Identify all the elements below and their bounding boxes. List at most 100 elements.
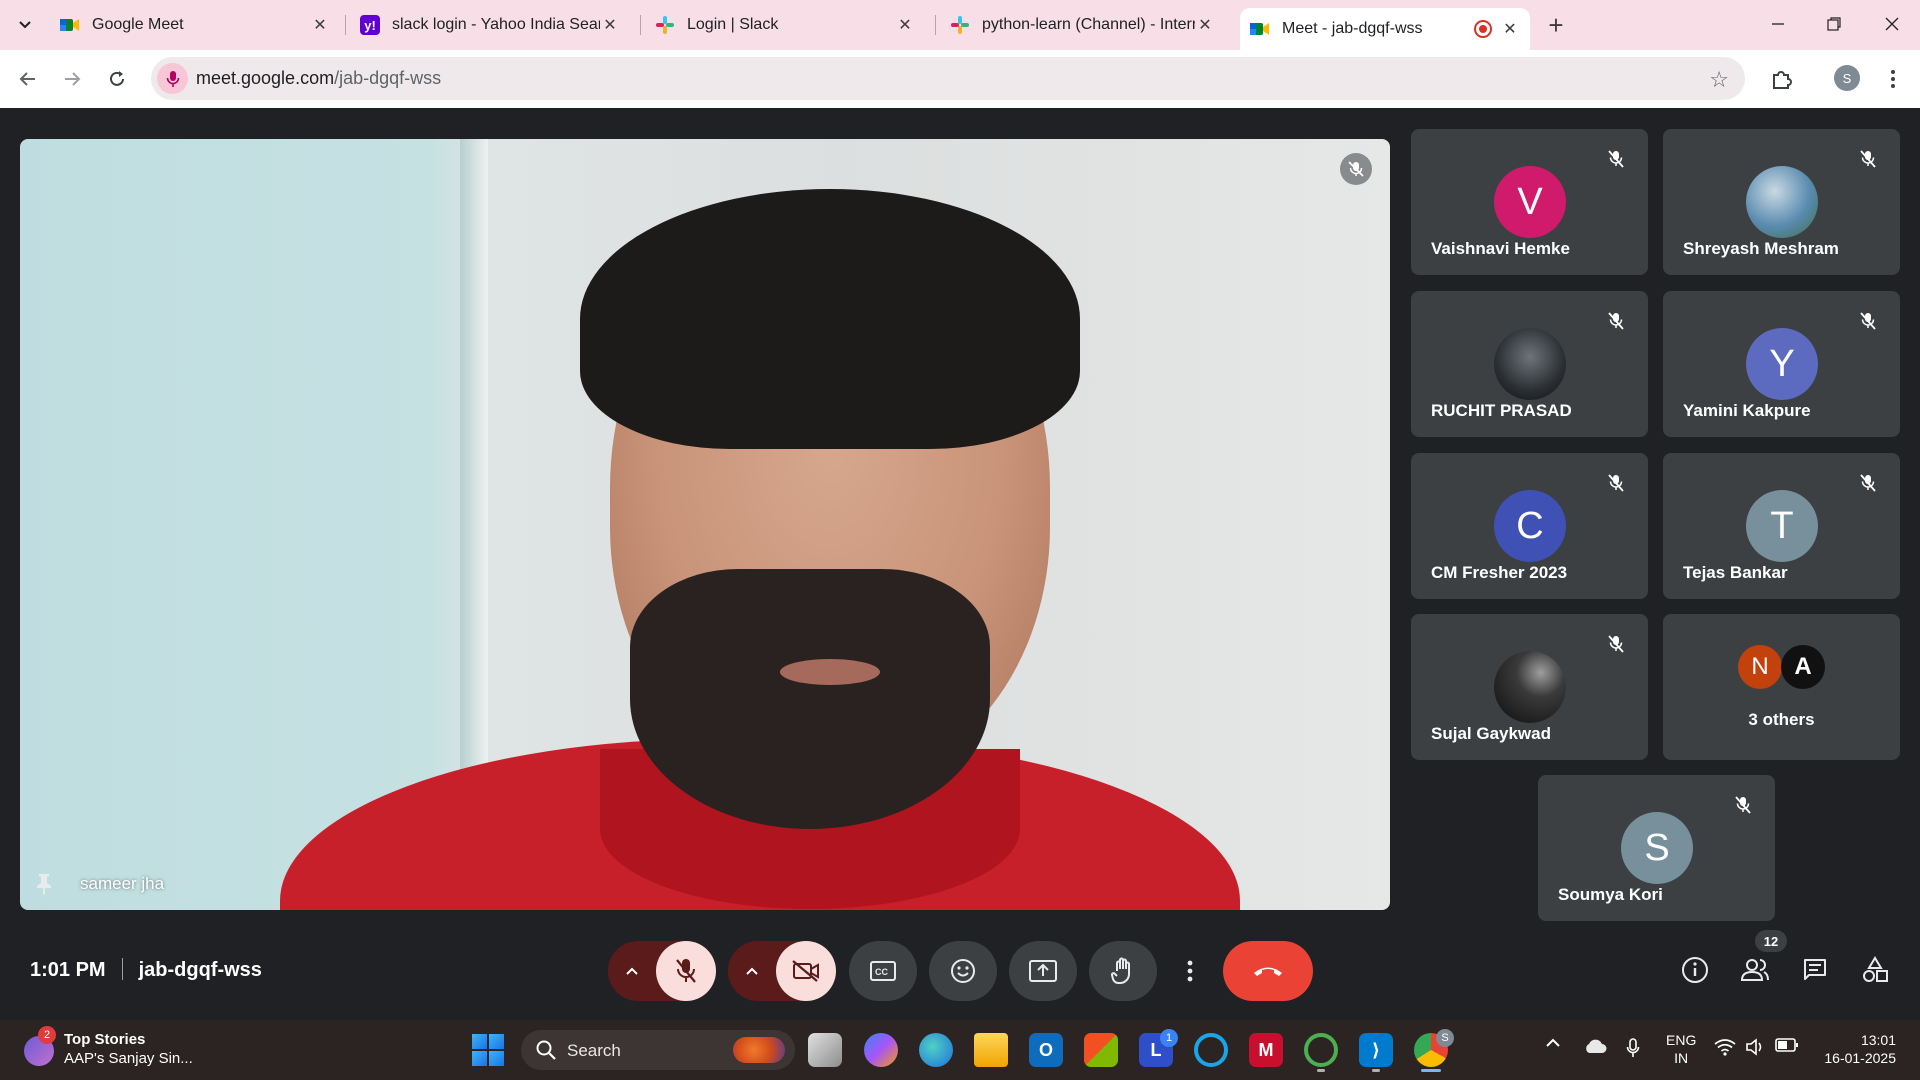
- search-label: Search: [567, 1041, 621, 1060]
- task-view-icon[interactable]: [808, 1033, 842, 1067]
- videocam-off-icon: [792, 960, 819, 982]
- mic-off-icon: [1604, 147, 1628, 171]
- tab-meet-active[interactable]: Meet - jab-dgqf-wss ✕: [1240, 8, 1530, 50]
- minimize-button[interactable]: [1750, 0, 1806, 48]
- reactions-button[interactable]: [929, 941, 997, 1001]
- people-button[interactable]: [1735, 950, 1775, 990]
- participant-tile[interactable]: RUCHIT PRASAD: [1411, 291, 1648, 437]
- close-icon[interactable]: ✕: [600, 15, 620, 35]
- svg-text:CC: CC: [875, 967, 888, 977]
- meeting-time: 1:01 PM: [30, 959, 106, 981]
- extensions-icon[interactable]: [1766, 64, 1796, 94]
- avatar-photo: [1746, 166, 1818, 238]
- back-button[interactable]: [12, 63, 44, 95]
- mic-off-icon: [1731, 793, 1755, 817]
- participant-tile[interactable]: Sujal Gaykwad: [1411, 614, 1648, 760]
- edge-icon[interactable]: [919, 1033, 953, 1067]
- meeting-details-button[interactable]: [1675, 950, 1715, 990]
- bookmark-star-icon[interactable]: ☆: [1709, 67, 1729, 93]
- copilot-icon[interactable]: [864, 1033, 898, 1067]
- profile-avatar[interactable]: S: [1834, 65, 1860, 91]
- chat-button[interactable]: [1795, 950, 1835, 990]
- battery-icon[interactable]: [1772, 1038, 1802, 1052]
- info-icon: [1682, 957, 1708, 983]
- close-icon[interactable]: ✕: [895, 15, 915, 35]
- tab-search-button[interactable]: [10, 11, 40, 39]
- participants-count-badge: 12: [1755, 930, 1787, 952]
- restore-icon: [1827, 17, 1841, 31]
- chevron-down-icon: [19, 21, 31, 29]
- shapes-icon: [1863, 956, 1888, 982]
- wifi-icon[interactable]: [1712, 1038, 1738, 1056]
- video-person-mouth: [780, 659, 880, 685]
- video-person-hair: [580, 189, 1080, 449]
- onedrive-icon[interactable]: [1580, 1038, 1610, 1054]
- pin-icon[interactable]: [32, 872, 56, 896]
- close-icon[interactable]: ✕: [310, 15, 330, 35]
- tab-slack-login[interactable]: Login | Slack ✕: [645, 8, 925, 42]
- captions-button[interactable]: CC: [849, 941, 917, 1001]
- tab-yahoo-search[interactable]: y! slack login - Yahoo India Search ✕: [350, 8, 630, 42]
- news-widget-title[interactable]: Top Stories: [64, 1031, 145, 1048]
- chevron-up-icon[interactable]: [1540, 1038, 1566, 1048]
- participant-tile[interactable]: C CM Fresher 2023: [1411, 453, 1648, 599]
- camera-toggle-button[interactable]: [776, 941, 836, 1001]
- microphone-icon[interactable]: [1620, 1038, 1646, 1058]
- closed-captions-icon: CC: [870, 961, 896, 981]
- outlook-icon[interactable]: O: [1029, 1033, 1063, 1067]
- more-vert-icon: [1187, 960, 1193, 982]
- cortana-icon[interactable]: [1194, 1033, 1228, 1067]
- windows-start-icon[interactable]: [472, 1034, 504, 1066]
- tab-strip: Google Meet ✕ y! slack login - Yahoo Ind…: [0, 0, 1920, 50]
- avatar-photo: [1494, 328, 1566, 400]
- taskbar-search[interactable]: Search: [521, 1030, 795, 1070]
- main-video-tile[interactable]: sameer jha: [20, 139, 1390, 910]
- close-icon[interactable]: ✕: [1195, 15, 1215, 35]
- system-clock[interactable]: 13:01 16-01-2025: [1816, 1031, 1896, 1067]
- news-widget-headline[interactable]: AAP's Sanjay Sin...: [64, 1050, 193, 1067]
- microphone-icon[interactable]: [157, 63, 188, 94]
- more-vert-icon[interactable]: [1878, 64, 1908, 94]
- restore-button[interactable]: [1806, 0, 1862, 48]
- volume-icon[interactable]: [1742, 1038, 1768, 1056]
- new-tab-button[interactable]: +: [1541, 10, 1571, 40]
- file-explorer-icon[interactable]: [974, 1033, 1008, 1067]
- address-bar[interactable]: meet.google.com/jab-dgqf-wss ☆: [151, 57, 1745, 100]
- app-ring-icon[interactable]: [1304, 1033, 1338, 1067]
- tab-label: Login | Slack: [687, 16, 779, 33]
- reload-button[interactable]: [101, 63, 133, 95]
- present-to-all-icon: [1029, 960, 1057, 982]
- mcafee-icon[interactable]: M: [1249, 1033, 1283, 1067]
- close-window-button[interactable]: [1864, 0, 1920, 48]
- forward-button[interactable]: [56, 63, 88, 95]
- others-tile[interactable]: N A 3 others: [1663, 614, 1900, 760]
- clock-time: 13:01: [1860, 1032, 1896, 1048]
- tab-slack-channel[interactable]: python-learn (Channel) - Intern ✕: [940, 8, 1225, 42]
- browser-toolbar: meet.google.com/jab-dgqf-wss ☆ S: [0, 50, 1920, 108]
- language-indicator[interactable]: ENG IN: [1666, 1031, 1696, 1067]
- participant-tile[interactable]: T Tejas Bankar: [1663, 453, 1900, 599]
- more-options-button[interactable]: [1170, 941, 1210, 1001]
- mic-toggle-button[interactable]: [656, 941, 716, 1001]
- participant-tile[interactable]: Shreyash Meshram: [1663, 129, 1900, 275]
- mic-off-icon: [1856, 471, 1880, 495]
- raise-hand-button[interactable]: [1089, 941, 1157, 1001]
- participant-tile[interactable]: S Soumya Kori: [1538, 775, 1775, 921]
- search-highlight-icon: [733, 1037, 785, 1063]
- vscode-icon[interactable]: ⟩: [1359, 1033, 1393, 1067]
- participant-name: Shreyash Meshram: [1683, 239, 1839, 258]
- tab-divider: [640, 15, 641, 35]
- tab-google-meet[interactable]: Google Meet ✕: [50, 8, 340, 42]
- participant-tile[interactable]: V Vaishnavi Hemke: [1411, 129, 1648, 275]
- participant-name: Vaishnavi Hemke: [1431, 239, 1570, 258]
- audio-options-button[interactable]: [608, 941, 656, 1001]
- video-options-button[interactable]: [728, 941, 776, 1001]
- slack-icon: [950, 15, 970, 35]
- participant-tile[interactable]: Y Yamini Kakpure: [1663, 291, 1900, 437]
- notification-badge: 2: [38, 1026, 56, 1044]
- close-icon[interactable]: ✕: [1500, 19, 1520, 39]
- microsoft-store-icon[interactable]: [1084, 1033, 1118, 1067]
- leave-call-button[interactable]: [1223, 941, 1313, 1001]
- present-button[interactable]: [1009, 941, 1077, 1001]
- activities-button[interactable]: [1855, 950, 1895, 990]
